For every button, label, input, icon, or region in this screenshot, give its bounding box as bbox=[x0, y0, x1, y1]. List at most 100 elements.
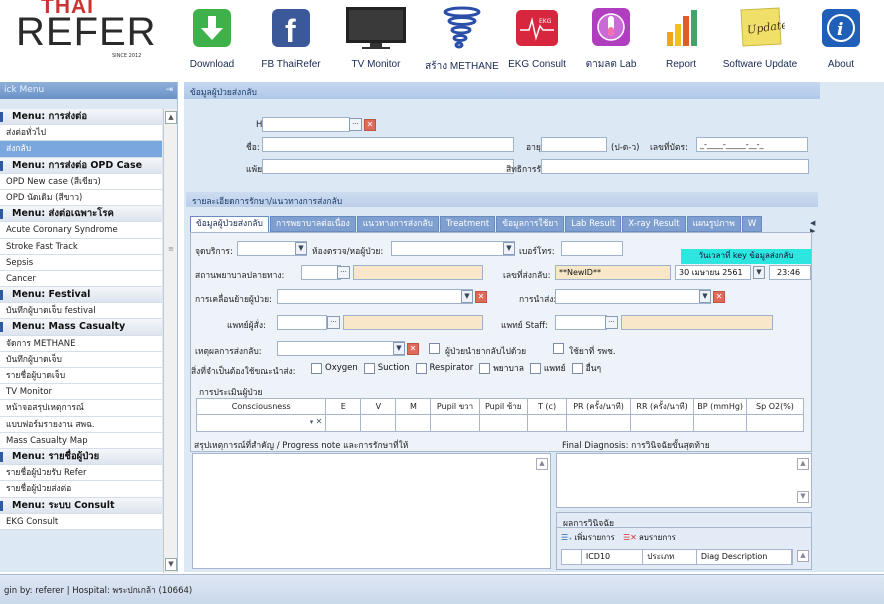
move-clear-button[interactable]: ✕ bbox=[475, 291, 487, 303]
tab-6[interactable]: X-ray Result bbox=[622, 216, 686, 232]
scroll-up-icon[interactable]: ▲ bbox=[797, 458, 809, 470]
scroll-up-icon[interactable]: ▲ bbox=[797, 550, 809, 562]
create-methane-button[interactable]: สร้าง METHANE bbox=[422, 0, 502, 72]
tab-1[interactable]: การพยาบาลต่อเนื่อง bbox=[269, 216, 356, 232]
scroll-down-icon[interactable]: ▼ bbox=[165, 558, 177, 571]
tab-0[interactable]: ข้อมูลผู้ป่วยส่งกลับ bbox=[190, 216, 269, 232]
chevron-down-icon[interactable]: ▼ bbox=[295, 242, 307, 255]
calendar-dropdown-icon[interactable]: ▼ bbox=[753, 266, 765, 279]
menu-item[interactable]: Acute Coronary Syndrome bbox=[0, 222, 162, 239]
scroll-down-icon[interactable]: ▼ bbox=[797, 491, 809, 503]
vitals-cell[interactable] bbox=[325, 414, 362, 432]
need-option[interactable]: แพทย์ bbox=[529, 361, 566, 375]
menu-item[interactable]: Stroke Fast Track bbox=[0, 238, 162, 255]
software-update-button[interactable]: Update Software Update bbox=[718, 0, 802, 72]
quick-menu-scrollbar[interactable]: ▲ ≡ ▼ bbox=[163, 109, 177, 573]
about-button[interactable]: i About bbox=[810, 0, 872, 72]
clear-icon[interactable]: ✕ bbox=[316, 417, 323, 426]
chevron-down-icon[interactable]: ▼ bbox=[503, 242, 515, 255]
destination-code-input[interactable] bbox=[301, 265, 341, 280]
menu-item[interactable]: OPD New case (สีเขียว) bbox=[0, 173, 162, 190]
need-checkbox[interactable] bbox=[311, 362, 322, 374]
download-button[interactable]: Download bbox=[186, 0, 238, 72]
menu-section-header[interactable]: Menu: รายชื่อผู้ป่วย bbox=[0, 448, 162, 466]
staff-lookup-button[interactable]: ··· bbox=[605, 316, 618, 329]
report-button[interactable]: Report bbox=[656, 0, 706, 72]
add-item-button[interactable]: ☰₊ เพิ่มรายการ bbox=[561, 531, 615, 544]
allergy-input[interactable] bbox=[262, 159, 514, 174]
menu-item[interactable]: รายชื่อผู้บาดเจ็บ bbox=[0, 368, 162, 385]
vitals-cell[interactable] bbox=[430, 414, 480, 432]
menu-item[interactable]: TV Monitor bbox=[0, 384, 162, 401]
menu-section-header[interactable]: Menu: Mass Casualty bbox=[0, 319, 162, 336]
hn-lookup-button[interactable]: ··· bbox=[349, 118, 362, 131]
take-meds-checkbox[interactable] bbox=[429, 343, 440, 354]
need-option[interactable]: อื่นๆ bbox=[571, 361, 601, 375]
chevron-down-icon[interactable]: ▼ bbox=[393, 342, 405, 355]
age-input[interactable] bbox=[541, 137, 607, 152]
pin-icon[interactable]: ⇥ bbox=[165, 85, 173, 96]
menu-section-header[interactable]: Menu: Festival bbox=[0, 287, 162, 304]
menu-item[interactable]: Mass Casualty Map bbox=[0, 432, 162, 449]
vitals-cell[interactable] bbox=[745, 414, 805, 432]
menu-item[interactable]: บันทึกผู้บาดเจ็บ bbox=[0, 351, 162, 368]
menu-item[interactable]: หน้าจอสรุปเหตุการณ์ bbox=[0, 400, 162, 417]
need-checkbox[interactable] bbox=[415, 362, 427, 374]
room-select[interactable] bbox=[391, 241, 515, 256]
idcard-input[interactable]: _-____-_____-__-_ bbox=[696, 137, 808, 152]
community-hospital-checkbox[interactable] bbox=[553, 343, 564, 354]
destination-lookup-button[interactable]: ··· bbox=[337, 266, 350, 279]
vitals-cell[interactable] bbox=[629, 414, 695, 432]
name-input[interactable] bbox=[262, 137, 514, 152]
chevron-down-icon[interactable]: ▼ bbox=[461, 290, 473, 303]
menu-section-header[interactable]: Menu: การส่งต่อ OPD Case bbox=[0, 157, 162, 174]
menu-section-header[interactable]: Menu: ระบบ Consult bbox=[0, 497, 162, 514]
tab-2[interactable]: แนวทางการส่งกลับ bbox=[356, 216, 439, 232]
vitals-cell[interactable] bbox=[693, 414, 747, 432]
progress-note-textarea[interactable]: ▲ bbox=[192, 453, 551, 569]
vitals-cell[interactable] bbox=[526, 414, 568, 432]
vitals-cell[interactable] bbox=[566, 414, 631, 432]
need-option[interactable]: Oxygen bbox=[311, 361, 358, 375]
vitals-cell[interactable]: ▾ ✕ bbox=[195, 414, 327, 432]
fb-thairefer-button[interactable]: f FB ThaiRefer bbox=[256, 0, 326, 72]
menu-item[interactable]: บันทึกผู้บาดเจ็บ festival bbox=[0, 303, 162, 320]
menu-item[interactable]: แบบฟอร์มรายงาน สพฉ. bbox=[0, 416, 162, 433]
tab-4[interactable]: ข้อมูลการใช้ยา bbox=[496, 216, 565, 232]
tab-3[interactable]: Treatment bbox=[439, 216, 496, 232]
tab-7[interactable]: แผนรูปภาพ bbox=[686, 216, 741, 232]
menu-item[interactable]: OPD นัดเดิม (สีขาว) bbox=[0, 189, 162, 207]
return-reason-select[interactable] bbox=[277, 341, 405, 356]
menu-item[interactable]: Sepsis bbox=[0, 254, 162, 271]
menu-item[interactable]: จัดการ METHANE bbox=[0, 335, 162, 352]
tab-5[interactable]: Lab Result bbox=[565, 216, 622, 232]
doctor-lookup-button[interactable]: ··· bbox=[327, 316, 340, 329]
vitals-cell[interactable] bbox=[478, 414, 528, 432]
need-option[interactable]: Suction bbox=[363, 361, 410, 375]
menu-item[interactable]: ส่งต่อทั่วไป bbox=[0, 125, 162, 142]
menu-item[interactable]: Cancer bbox=[0, 270, 162, 288]
delete-item-button[interactable]: ☰✕ ลบรายการ bbox=[623, 531, 676, 544]
patient-move-select[interactable] bbox=[277, 289, 473, 304]
need-checkbox[interactable] bbox=[571, 362, 583, 374]
hn-clear-button[interactable]: ✕ bbox=[364, 119, 376, 131]
menu-item[interactable]: รายชื่อผู้ป่วยรับ Refer bbox=[0, 465, 162, 482]
lab-button[interactable]: ตามลต Lab bbox=[582, 0, 640, 72]
staff-doctor-input[interactable] bbox=[555, 315, 607, 330]
menu-item[interactable]: EKG Consult bbox=[0, 513, 162, 530]
ekg-consult-button[interactable]: EKG EKG Consult bbox=[504, 0, 570, 72]
transport-clear-button[interactable]: ✕ bbox=[713, 291, 725, 303]
vitals-cell[interactable] bbox=[360, 414, 397, 432]
hn-input[interactable] bbox=[262, 117, 350, 132]
need-option[interactable]: พยาบาล bbox=[479, 361, 524, 375]
need-checkbox[interactable] bbox=[529, 362, 541, 374]
scroll-up-icon[interactable]: ▲ bbox=[536, 458, 548, 470]
menu-item[interactable]: รายชื่อผู้ป่วยส่งต่อ bbox=[0, 481, 162, 498]
vitals-cell[interactable] bbox=[395, 414, 432, 432]
need-option[interactable]: Respirator bbox=[415, 361, 473, 375]
consciousness-dropdown-icon[interactable]: ▾ bbox=[310, 418, 314, 426]
menu-section-header[interactable]: Menu: การส่งต่อ bbox=[0, 109, 162, 126]
chevron-down-icon[interactable]: ▼ bbox=[699, 290, 711, 303]
rights-input[interactable] bbox=[541, 159, 809, 174]
tv-monitor-button[interactable]: TV Monitor bbox=[338, 0, 414, 72]
